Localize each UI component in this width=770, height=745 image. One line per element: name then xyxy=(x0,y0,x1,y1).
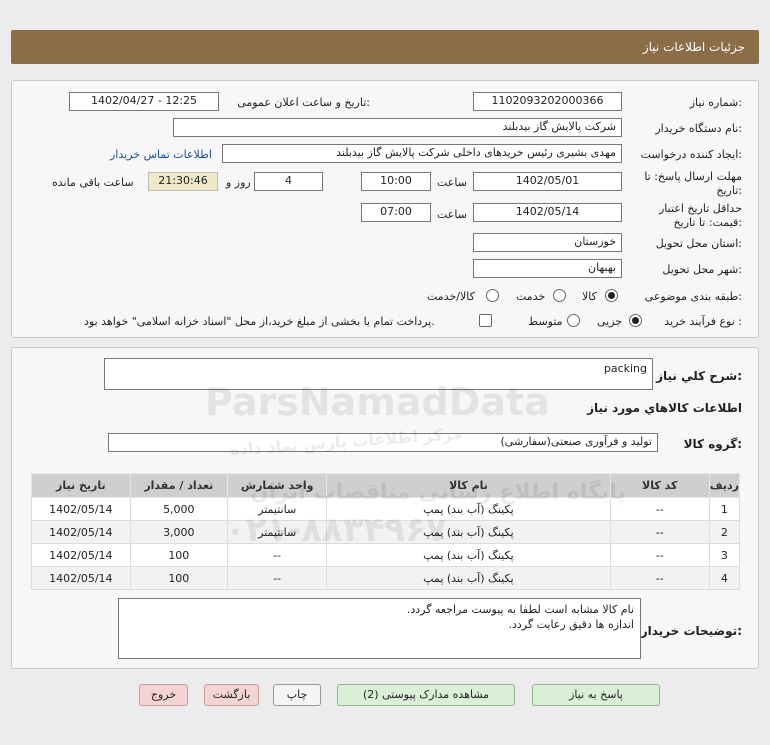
goods-code: -- xyxy=(609,520,710,544)
buyer-notes-box: نام کالا مشابه است لطفا به پیوست مراجعه … xyxy=(118,598,641,659)
deadline-time-field: 10:00 xyxy=(361,172,431,191)
group-field: تولید و فرآوری صنعتی(سفارشی) xyxy=(108,433,658,452)
goods-quantity: 100 xyxy=(129,566,228,590)
group-label: گروه کالا: xyxy=(683,437,742,451)
goods-info-title: اطلاعات کالاهاي مورد نياز xyxy=(587,401,742,415)
table-header-row: ردیف کد کالا نام کالا واحد شمارش تعداد /… xyxy=(31,473,741,498)
page-title: جزئیات اطلاعات نیاز xyxy=(642,40,745,54)
category-label: طبقه بندی موضوعی: xyxy=(644,290,742,303)
validity-label-line2: قیمت: تا تاریخ: xyxy=(673,216,742,229)
need-number-field: 1102093202000366 xyxy=(473,92,622,111)
row-number: 3 xyxy=(708,543,741,567)
goods-unit: -- xyxy=(226,543,328,567)
goods-need-date: 1402/05/14 xyxy=(31,520,131,544)
buyer-org-label: نام دستگاه خریدار: xyxy=(655,122,742,135)
page-header: جزئیات اطلاعات نیاز xyxy=(11,30,759,64)
buyer-org-field: شرکت پالایش گاز بیدبلند xyxy=(173,118,622,137)
deadline-date-field: 1402/05/01 xyxy=(473,172,622,191)
deadline-label-line1: مهلت ارسال پاسخ: تا xyxy=(644,170,742,183)
goods-code: -- xyxy=(609,566,710,590)
goods-name: پکینگ (آب بند) پمپ xyxy=(326,543,611,567)
goods-quantity: 5,000 xyxy=(129,497,228,521)
row-number: 2 xyxy=(708,520,741,544)
goods-unit: -- xyxy=(226,566,328,590)
summary-label: شرح کلي نياز: xyxy=(656,369,742,383)
table-row: 4 -- پکینگ (آب بند) پمپ -- 100 1402/05/1… xyxy=(31,566,741,590)
goods-name: پکینگ (آب بند) پمپ xyxy=(326,497,611,521)
province-label: استان محل تحویل: xyxy=(655,237,742,250)
days-label: روز و xyxy=(226,176,251,189)
goods-unit: سانتیمتر xyxy=(226,520,328,544)
deadline-label-line2: تاریخ: xyxy=(716,184,742,197)
row-number: 1 xyxy=(708,497,741,521)
goods-unit: سانتیمتر xyxy=(226,497,328,521)
announce-label: تاریخ و ساعت اعلان عمومی: xyxy=(237,96,370,109)
category-goods-service-label: کالا/خدمت xyxy=(427,290,475,303)
announce-field: 1402/04/27 - 12:25 xyxy=(69,92,219,111)
summary-value: packing xyxy=(603,362,647,375)
row-number: 4 xyxy=(708,566,741,590)
city-label: شهر محل تحویل: xyxy=(662,263,742,276)
goods-name: پکینگ (آب بند) پمپ xyxy=(326,566,611,590)
summary-field: packing xyxy=(104,358,653,390)
goods-need-date: 1402/05/14 xyxy=(31,566,131,590)
buyer-contact-link[interactable]: اطلاعات تماس خریدار xyxy=(110,148,212,161)
deadline-time-label: ساعت xyxy=(437,176,467,189)
goods-code: -- xyxy=(609,497,710,521)
col-code-header: کد کالا xyxy=(609,473,710,498)
treasury-payment-checkbox[interactable] xyxy=(479,314,492,327)
remaining-time-label: ساعت باقی مانده xyxy=(52,176,134,189)
back-button[interactable]: بازگشت xyxy=(204,684,259,706)
buyer-notes-line2: اندازه ها دقیق رعایت گردد. xyxy=(508,618,634,631)
goods-quantity: 3,000 xyxy=(129,520,228,544)
province-field: خوزستان xyxy=(473,233,622,252)
col-name-header: نام کالا xyxy=(326,473,611,498)
buyer-notes-label: توضیحات خریدار: xyxy=(640,624,742,638)
need-number-label: شماره نیاز: xyxy=(689,96,742,109)
col-unit-header: واحد شمارش xyxy=(226,473,328,498)
remaining-time-field: 21:30:46 xyxy=(148,172,218,191)
process-minor-radio[interactable] xyxy=(629,314,642,327)
validity-time-label: ساعت xyxy=(437,208,467,221)
print-button[interactable]: چاپ xyxy=(273,684,321,706)
reply-button[interactable]: پاسخ به نیاز xyxy=(532,684,660,706)
category-goods-label: کالا xyxy=(582,290,597,303)
process-medium-label: متوسط xyxy=(528,315,563,328)
col-row-header: ردیف xyxy=(708,473,741,498)
goods-name: پکینگ (آب بند) پمپ xyxy=(326,520,611,544)
exit-button[interactable]: خروج xyxy=(139,684,188,706)
process-label: نوع فرآیند خرید : xyxy=(664,315,742,328)
table-row: 1 -- پکینگ (آب بند) پمپ سانتیمتر 5,000 1… xyxy=(31,497,741,521)
category-goods-radio[interactable] xyxy=(605,289,618,302)
category-goods-service-radio[interactable] xyxy=(486,289,499,302)
process-medium-radio[interactable] xyxy=(567,314,580,327)
validity-date-field: 1402/05/14 xyxy=(473,203,622,222)
process-minor-label: جزیی xyxy=(597,315,623,328)
goods-code: -- xyxy=(609,543,710,567)
validity-time-field: 07:00 xyxy=(361,203,431,222)
buyer-notes-line1: نام کالا مشابه است لطفا به پیوست مراجعه … xyxy=(406,603,634,616)
view-attachments-button[interactable]: مشاهده مدارک پیوستی (2) xyxy=(337,684,515,706)
requester-field: مهدی بشیری رئیس خریدهای داخلی شرکت پالای… xyxy=(222,144,622,163)
treasury-payment-note: پرداخت تمام یا بخشی از مبلغ خرید،از محل … xyxy=(84,315,435,328)
col-date-header: تاریخ نیاز xyxy=(31,473,131,498)
goods-need-date: 1402/05/14 xyxy=(31,543,131,567)
category-service-radio[interactable] xyxy=(553,289,566,302)
table-row: 3 -- پکینگ (آب بند) پمپ -- 100 1402/05/1… xyxy=(31,543,741,567)
table-row: 2 -- پکینگ (آب بند) پمپ سانتیمتر 3,000 1… xyxy=(31,520,741,544)
goods-table: ردیف کد کالا نام کالا واحد شمارش تعداد /… xyxy=(31,473,741,590)
city-field: بهبهان xyxy=(473,259,622,278)
col-qty-header: تعداد / مقدار xyxy=(129,473,228,498)
goods-need-date: 1402/05/14 xyxy=(31,497,131,521)
validity-label-line1: حداقل تاریخ اعتبار xyxy=(658,202,742,215)
days-remaining-field: 4 xyxy=(254,172,323,191)
goods-quantity: 100 xyxy=(129,543,228,567)
category-service-label: خدمت xyxy=(516,290,546,303)
requester-label: ایجاد کننده درخواست: xyxy=(640,148,742,161)
